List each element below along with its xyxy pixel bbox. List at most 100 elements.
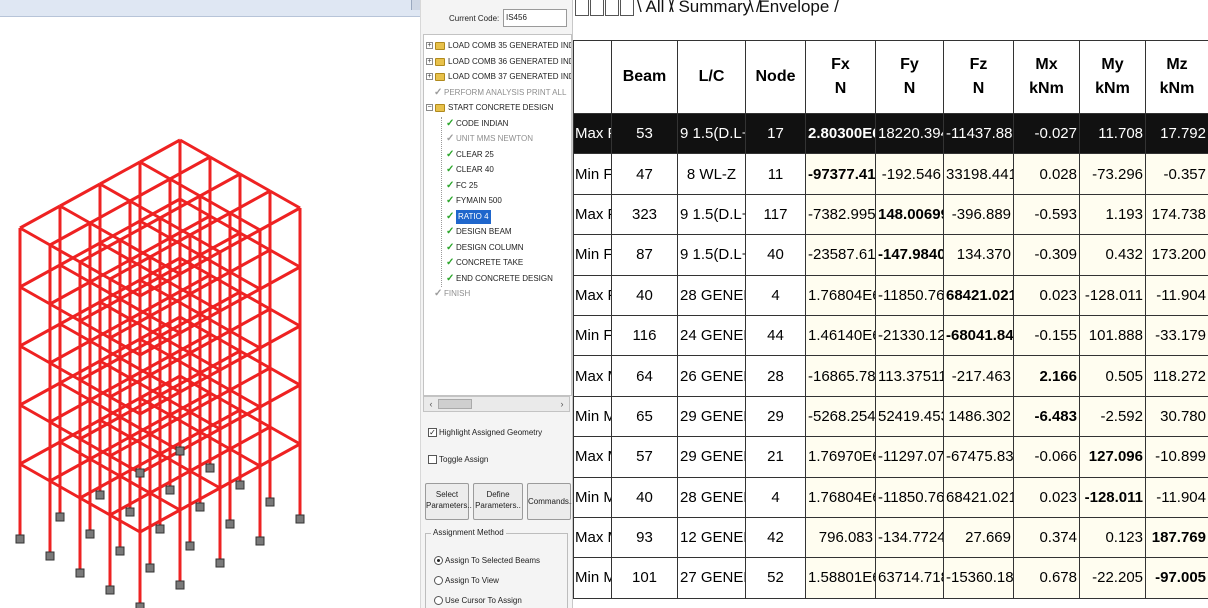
frame-member — [59, 381, 91, 402]
tab-first-icon[interactable] — [575, 0, 589, 16]
fixed-support-icon — [135, 468, 145, 478]
check-icon: ✓ — [446, 210, 455, 222]
commands-button[interactable]: Commands.. — [527, 483, 572, 520]
tab-last-icon[interactable] — [620, 0, 634, 16]
table-cell: 0.023 — [1013, 274, 1080, 316]
frame-member — [59, 204, 91, 225]
scroll-thumb[interactable] — [438, 399, 472, 409]
define-parameters-button[interactable]: Define Parameters.. — [473, 483, 523, 520]
column-header[interactable]: Fz N — [943, 40, 1014, 114]
table-row[interactable]: Max Fx539 1.5(D.L+L.L172.80300E618220.39… — [573, 112, 1208, 155]
tab-next-icon[interactable] — [605, 0, 619, 16]
column-header[interactable]: Mx kNm — [1013, 40, 1080, 114]
column-header[interactable] — [573, 40, 612, 114]
assign-to-view-radio[interactable]: Assign To View — [434, 576, 499, 586]
check-icon: ✓ — [446, 226, 455, 237]
fixed-support-icon — [215, 558, 225, 568]
use-cursor-radio[interactable]: Use Cursor To Assign — [434, 596, 522, 606]
table-row[interactable]: Min My4028 GENERAT41.76804E6-11850.76168… — [573, 476, 1208, 518]
select-parameters-button[interactable]: Select Parameters.. — [425, 483, 472, 520]
command-tree[interactable]: + LOAD COMB 35 GENERATED INDIAN C + LOAD CO… — [423, 34, 572, 396]
table-row[interactable]: Min Mx6529 GENERAT29-5268.25452419.45314… — [573, 395, 1208, 438]
column-header[interactable]: Beam — [611, 40, 678, 114]
command-tree-hscrollbar[interactable]: ‹ › — [423, 396, 570, 412]
tree-item-label: RATIO 4 — [456, 209, 491, 224]
table-row[interactable]: Max Mx6426 GENERAT28-16865.788113.37511E… — [573, 355, 1208, 397]
table-cell: 63714.718 — [875, 557, 944, 599]
tree-item-label: FINISH — [444, 289, 471, 298]
table-cell: 1486.302 — [943, 395, 1014, 438]
table-row[interactable]: Max My5729 GENERAT211.76970E6-11297.074-… — [573, 436, 1208, 478]
frame-member — [199, 430, 231, 451]
frame-member — [179, 197, 211, 218]
toggle-assign-checkbox[interactable]: Toggle Assign — [428, 455, 488, 465]
expand-icon[interactable]: + — [426, 42, 433, 49]
table-row[interactable]: Min Fx478 WL-Z11-97377.411-192.54633198.… — [573, 153, 1208, 195]
column-header[interactable]: Node — [745, 40, 806, 114]
table-cell: 4 — [745, 476, 806, 518]
table-cell: Max My — [573, 436, 612, 478]
structure-frame-drawing[interactable] — [0, 0, 420, 608]
expand-icon[interactable]: + — [426, 73, 433, 80]
table-cell: 1.193 — [1079, 193, 1146, 236]
frame-member — [119, 238, 151, 259]
table-cell: -16865.788 — [805, 355, 876, 397]
table-cell: -11850.761 — [875, 476, 944, 518]
scroll-right-icon[interactable]: › — [556, 398, 568, 410]
table-row[interactable]: Min Fy879 1.5(D.L+L.L40-23587.610-147.98… — [573, 234, 1208, 276]
frame-member — [259, 324, 301, 350]
tab-envelope[interactable]: \ Envelope / — [749, 0, 839, 17]
expand-icon[interactable]: + — [426, 57, 433, 65]
structure-viewport[interactable] — [0, 0, 421, 608]
table-row[interactable]: Max Fy3239 1.5(D.L+L.L117-7382.995148.00… — [573, 193, 1208, 236]
frame-member — [199, 172, 241, 198]
frame-member — [129, 258, 161, 279]
table-row[interactable]: Max Fz4028 GENERAT41.76804E6-11850.76168… — [573, 274, 1208, 316]
column-header[interactable]: L/C — [677, 40, 746, 114]
frame-member — [89, 221, 121, 242]
frame-member — [119, 356, 151, 377]
table-cell: -147.98405E — [875, 234, 944, 276]
radio-off-icon — [434, 576, 443, 586]
table-cell: -68041.847 — [943, 314, 1014, 357]
column-header[interactable]: Mz kNm — [1145, 40, 1208, 114]
table-cell: 0.432 — [1079, 234, 1146, 276]
assignment-method-label: Assignment Method — [431, 528, 506, 537]
frame-member — [59, 182, 101, 208]
check-icon: ✓ — [434, 86, 443, 98]
column-header[interactable]: Fx N — [805, 40, 876, 114]
frame-member — [199, 312, 231, 333]
column-header[interactable]: Fy N — [875, 40, 944, 114]
frame-member — [139, 160, 171, 181]
fixed-support-icon — [95, 490, 105, 500]
frame-member — [129, 177, 171, 203]
table-cell: 118.272 — [1145, 355, 1208, 397]
assign-selected-beams-radio[interactable]: Assign To Selected Beams — [434, 556, 540, 566]
frame-member — [89, 199, 131, 225]
table-cell: -21330.126 — [875, 314, 944, 357]
table-cell: 8 WL-Z — [677, 153, 746, 195]
table-cell: -0.309 — [1013, 234, 1080, 276]
check-icon: ✓ — [446, 241, 455, 253]
tab-prev-icon[interactable] — [590, 0, 604, 16]
frame-member — [259, 383, 301, 409]
frame-member — [229, 388, 261, 409]
current-code-field[interactable]: IS456 — [503, 9, 567, 27]
table-cell: -134.77242E — [875, 516, 944, 559]
table-cell: 17 — [745, 112, 806, 155]
table-cell: 0.374 — [1013, 516, 1080, 559]
fixed-support-icon — [55, 512, 65, 522]
tree-item-label: FC 25 — [456, 180, 478, 190]
highlight-geometry-checkbox[interactable]: ✓ Highlight Assigned Geometry — [428, 428, 542, 438]
scroll-left-icon[interactable]: ‹ — [425, 398, 437, 410]
collapse-icon[interactable]: − — [426, 104, 433, 111]
tab-summary[interactable]: \ Summary / — [669, 0, 761, 17]
table-header-row: Beam L/C Node Fx N Fy N Fz N Mx kNm My kNm Mz kNm — [573, 40, 1208, 114]
table-cell: Max Mz — [573, 516, 612, 559]
table-row[interactable]: Min Mz10127 GENERAT521.58801E663714.718-… — [573, 557, 1208, 599]
frame-member — [269, 307, 301, 328]
table-row[interactable]: Max Mz9312 GENERAT42796.083-134.77242E27… — [573, 516, 1208, 559]
table-row[interactable]: Min Fz11624 GENERAT441.46140E6-21330.126… — [573, 314, 1208, 357]
column-header[interactable]: My kNm — [1079, 40, 1146, 114]
table-cell: -0.357 — [1145, 153, 1208, 195]
